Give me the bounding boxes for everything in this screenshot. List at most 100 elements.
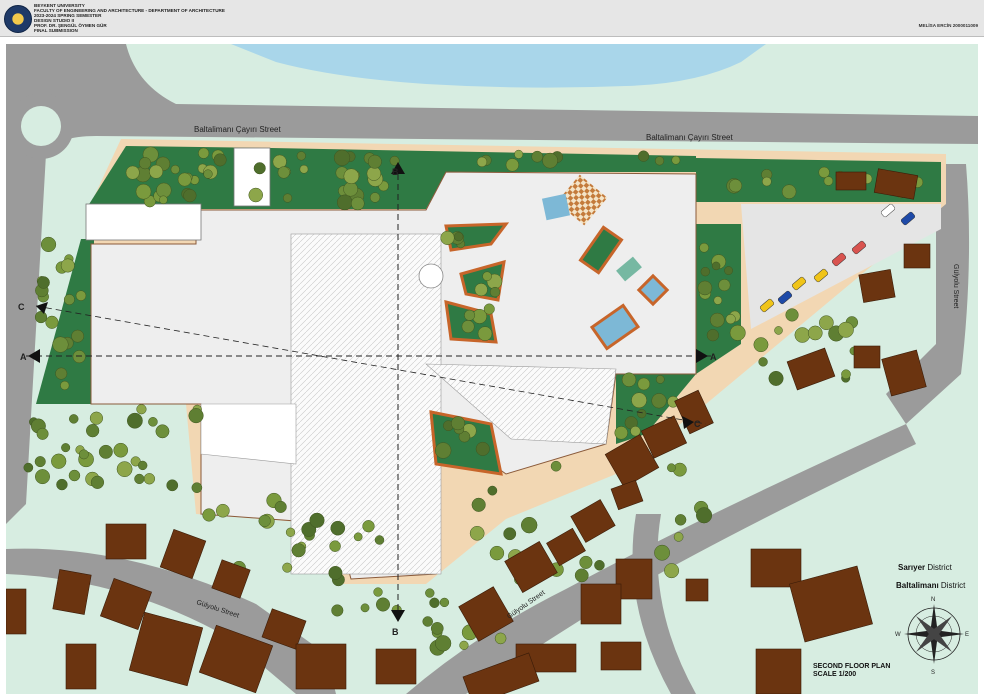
tree-canopy <box>52 336 69 353</box>
tree-canopy <box>138 157 152 170</box>
neighbour-building <box>615 558 653 600</box>
tree-canopy <box>768 370 784 386</box>
tree-canopy <box>637 377 651 391</box>
tree-canopy <box>56 478 68 491</box>
tree-canopy <box>134 473 145 485</box>
tree-canopy <box>706 329 719 342</box>
tree-canopy <box>362 520 375 533</box>
section-label-a-left: A <box>20 352 27 362</box>
header-line: FINAL SUBMISSION <box>34 28 78 33</box>
tree-canopy <box>258 514 271 528</box>
tree-canopy <box>476 156 488 168</box>
tree-canopy <box>614 426 628 440</box>
tree-canopy <box>71 329 85 343</box>
section-label-a-right: A <box>710 352 717 362</box>
tree-canopy <box>136 404 147 415</box>
tree-canopy <box>637 150 650 162</box>
neighbour-building <box>65 643 97 690</box>
tree-canopy <box>477 326 493 341</box>
tree-canopy <box>331 604 344 617</box>
tree-canopy <box>574 568 589 583</box>
tree-canopy <box>621 372 637 387</box>
tree-canopy <box>728 179 743 193</box>
tree-canopy <box>188 408 204 424</box>
section-label-c-right: C <box>694 419 701 429</box>
street-label-main-left: Baltalimanı Çayırı Street <box>194 125 281 134</box>
tree-canopy <box>203 169 213 179</box>
tree-canopy <box>785 308 799 322</box>
parking-stalls-west <box>85 203 202 241</box>
tree-canopy <box>343 181 359 197</box>
tree-canopy <box>823 176 834 186</box>
tree-canopy <box>673 532 684 542</box>
tree-canopy <box>291 543 306 558</box>
tree-canopy <box>489 545 505 561</box>
tree-canopy <box>60 380 70 391</box>
tree-canopy <box>36 427 49 440</box>
tree-canopy <box>360 603 370 613</box>
tree-canopy <box>474 283 488 297</box>
neighbour-building <box>52 569 92 615</box>
tree-canopy <box>191 482 203 494</box>
title-block-text: BEYKENT UNIVERSITY FACULTY OF ENGINEERIN… <box>34 3 225 33</box>
tree-canopy <box>353 532 363 542</box>
tree-canopy <box>350 196 365 211</box>
tree-canopy <box>40 236 57 253</box>
tree-canopy <box>336 194 353 211</box>
tree-canopy <box>434 442 452 459</box>
tree-canopy <box>594 559 605 571</box>
tree-canopy <box>531 150 544 163</box>
tree-canopy <box>202 508 216 522</box>
tree-canopy <box>75 290 87 301</box>
tree-canopy <box>296 151 306 161</box>
tree-canopy <box>23 462 34 473</box>
tree-canopy <box>198 147 210 159</box>
neighbour-building <box>6 588 27 635</box>
tree-canopy <box>439 597 450 608</box>
district-word: District <box>927 563 952 572</box>
tree-canopy <box>494 632 507 645</box>
district-label-sariyer: Sarıyer District <box>898 563 952 572</box>
compass-e: E <box>965 632 969 638</box>
tree-canopy <box>35 469 50 485</box>
tree-canopy <box>216 503 230 518</box>
tree-canopy <box>550 460 562 472</box>
tree-canopy <box>654 156 665 166</box>
tree-canopy <box>328 565 343 580</box>
tree-canopy <box>155 424 170 439</box>
circular-atrium <box>418 263 444 289</box>
tree-canopy <box>520 516 538 534</box>
tree-canopy <box>60 258 75 273</box>
tree-canopy <box>729 324 746 341</box>
roundabout-island <box>21 106 61 146</box>
tree-canopy <box>807 325 823 341</box>
tree-canopy <box>213 153 227 167</box>
tree-canopy <box>282 562 293 573</box>
building-wing-southwest <box>200 403 297 465</box>
tree-canopy <box>697 280 713 296</box>
tree-canopy <box>753 337 769 353</box>
tree-canopy <box>695 507 713 524</box>
tree-canopy <box>542 152 558 169</box>
tree-canopy <box>177 172 192 187</box>
tree-canopy <box>45 315 59 329</box>
tree-canopy <box>774 326 783 335</box>
tree-canopy <box>63 294 75 306</box>
tree-canopy <box>469 525 485 541</box>
tree-canopy <box>78 449 89 460</box>
tree-canopy <box>699 242 709 253</box>
tree-canopy <box>299 164 309 174</box>
plan-title-block: SECOND FLOOR PLAN SCALE 1/200 <box>813 663 890 679</box>
tree-canopy <box>475 441 490 456</box>
tree-canopy <box>330 520 346 536</box>
student-name: MELİSA ERCİN 2000011009 <box>918 23 978 28</box>
tree-canopy <box>671 155 681 165</box>
tree-canopy <box>819 315 834 331</box>
neighbour-building <box>858 269 896 303</box>
tree-canopy <box>34 456 46 468</box>
tree-canopy <box>487 485 498 496</box>
tree-canopy <box>489 286 501 298</box>
tree-canopy <box>126 412 143 429</box>
tree-canopy <box>374 535 385 545</box>
tree-canopy <box>282 193 293 203</box>
